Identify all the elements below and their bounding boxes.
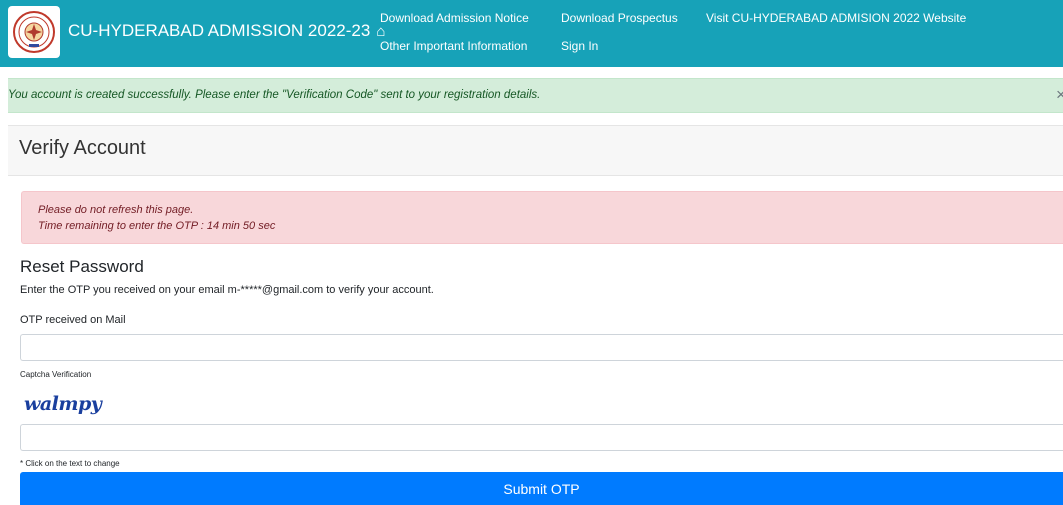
download-prospectus-link[interactable]: Download Prospectus [561, 11, 678, 25]
close-icon[interactable]: × [1056, 85, 1063, 105]
otp-warning-alert: Please do not refresh this page. Time re… [21, 191, 1063, 244]
captcha-label: Captcha Verification [20, 370, 92, 379]
success-alert-message: You account is created successfully. Ple… [8, 89, 541, 101]
otp-instructions: Enter the OTP you received on your email… [20, 284, 434, 296]
other-information-link[interactable]: Other Important Information [380, 39, 527, 53]
otp-input[interactable] [20, 334, 1063, 361]
sign-in-link[interactable]: Sign In [561, 39, 598, 53]
success-alert: You account is created successfully. Ple… [8, 78, 1063, 113]
home-icon[interactable]: ⌂ [376, 23, 385, 40]
otp-timer: Time remaining to enter the OTP : 14 min… [38, 220, 276, 232]
site-title[interactable]: CU-HYDERABAD ADMISSION 2022-23 ⌂ [68, 21, 385, 41]
top-navbar: CU-HYDERABAD ADMISSION 2022-23 ⌂ Download… [0, 0, 1063, 67]
captcha-input[interactable] [20, 424, 1063, 451]
submit-otp-button[interactable]: Submit OTP [20, 472, 1063, 505]
site-title-text[interactable]: CU-HYDERABAD ADMISSION 2022-23 [68, 21, 370, 40]
warning-no-refresh: Please do not refresh this page. [38, 204, 194, 216]
panel-heading: Verify Account [8, 125, 1063, 176]
visit-website-link[interactable]: Visit CU-HYDERABAD ADMISION 2022 Website [706, 11, 966, 25]
download-admission-notice-link[interactable]: Download Admission Notice [380, 11, 529, 25]
captcha-image[interactable]: walmpy [24, 393, 102, 415]
page-title: Verify Account [19, 137, 146, 159]
university-seal-icon[interactable] [8, 6, 60, 58]
section-title: Reset Password [20, 257, 144, 276]
otp-label: OTP received on Mail [20, 314, 126, 326]
captcha-hint: * Click on the text to change [20, 459, 120, 468]
